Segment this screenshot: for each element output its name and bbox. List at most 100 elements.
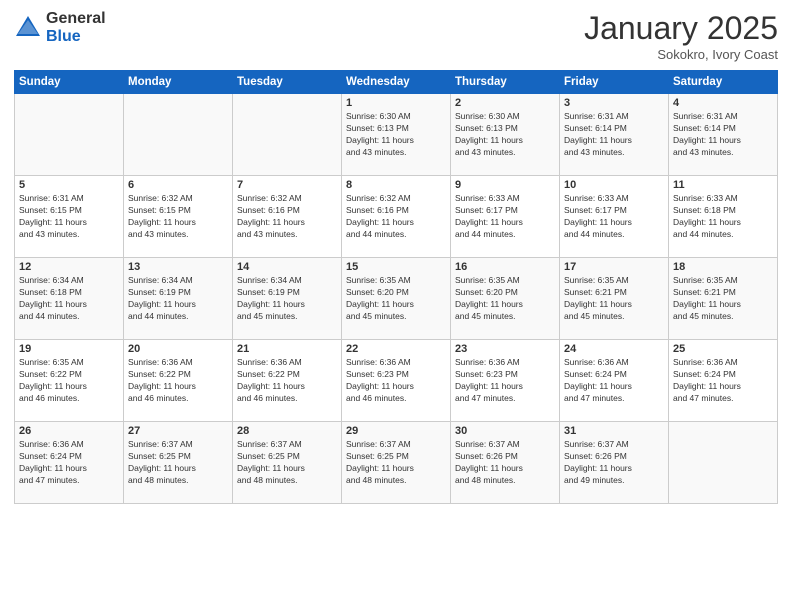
day-number: 28 (237, 425, 337, 437)
calendar-cell: 6 Sunrise: 6:32 AM Sunset: 6:15 PM Daylig… (124, 176, 233, 258)
calendar-cell: 7Sunrise: 6:32 AM Sunset: 6:16 PM Daylig… (233, 176, 342, 258)
day-number: 25 (673, 343, 773, 355)
calendar-cell: 1 Sunrise: 6:30 AM Sunset: 6:13 PM Daylig… (342, 94, 451, 176)
day-info: Sunrise: 6:33 AM Sunset: 6:17 PM Dayligh… (455, 193, 555, 241)
day-number: 15 (346, 261, 446, 273)
calendar-cell: 16 Sunrise: 6:35 AM Sunset: 6:20 PM Dayli… (451, 258, 560, 340)
title-block: January 2025 Sokokro, Ivory Coast (584, 10, 778, 62)
logo-icon (14, 14, 42, 42)
calendar-cell: 30 Sunrise: 6:37 AM Sunset: 6:26 PM Dayli… (451, 422, 560, 504)
calendar-table: SundayMondayTuesdayWednesdayThursdayFrid… (14, 70, 778, 504)
day-info: Sunrise: 6:35 AM Sunset: 6:21 PM Dayligh… (673, 275, 773, 323)
calendar-week-3: 12Sunrise: 6:34 AM Sunset: 6:18 PM Dayli… (15, 258, 778, 340)
day-info: Sunrise: 6:34 AM Sunset: 6:19 PM Dayligh… (128, 275, 228, 323)
day-info: Sunrise: 6:30 AM Sunset: 6:13 PM Dayligh… (455, 111, 555, 159)
calendar-cell: 5Sunrise: 6:31 AM Sunset: 6:15 PM Daylig… (15, 176, 124, 258)
day-info: Sunrise: 6:33 AM Sunset: 6:18 PM Dayligh… (673, 193, 773, 241)
day-number: 29 (346, 425, 446, 437)
day-info: Sunrise: 6:34 AM Sunset: 6:19 PM Dayligh… (237, 275, 337, 323)
day-number: 24 (564, 343, 664, 355)
day-info: Sunrise: 6:30 AM Sunset: 6:13 PM Dayligh… (346, 111, 446, 159)
day-info: Sunrise: 6:35 AM Sunset: 6:20 PM Dayligh… (346, 275, 446, 323)
logo-text: General Blue (46, 10, 106, 45)
calendar-cell (669, 422, 778, 504)
day-number: 1 (346, 97, 446, 109)
calendar-cell (15, 94, 124, 176)
day-header-sunday: Sunday (15, 71, 124, 94)
calendar-cell: 14 Sunrise: 6:34 AM Sunset: 6:19 PM Dayli… (233, 258, 342, 340)
day-number: 21 (237, 343, 337, 355)
calendar-week-4: 19 Sunrise: 6:35 AM Sunset: 6:22 PM Dayli… (15, 340, 778, 422)
calendar-cell: 28 Sunrise: 6:37 AM Sunset: 6:25 PM Dayli… (233, 422, 342, 504)
calendar-cell: 25 Sunrise: 6:36 AM Sunset: 6:24 PM Dayli… (669, 340, 778, 422)
month-title: January 2025 (584, 10, 778, 47)
day-info: Sunrise: 6:33 AM Sunset: 6:17 PM Dayligh… (564, 193, 664, 241)
day-info: Sunrise: 6:36 AM Sunset: 6:24 PM Dayligh… (19, 439, 119, 487)
calendar-cell: 27 Sunrise: 6:37 AM Sunset: 6:25 PM Dayli… (124, 422, 233, 504)
calendar-cell: 8 Sunrise: 6:32 AM Sunset: 6:16 PM Daylig… (342, 176, 451, 258)
day-info: Sunrise: 6:32 AM Sunset: 6:16 PM Dayligh… (346, 193, 446, 241)
day-info: Sunrise: 6:35 AM Sunset: 6:21 PM Dayligh… (564, 275, 664, 323)
calendar-cell: 22Sunrise: 6:36 AM Sunset: 6:23 PM Dayli… (342, 340, 451, 422)
day-number: 26 (19, 425, 119, 437)
day-info: Sunrise: 6:37 AM Sunset: 6:26 PM Dayligh… (455, 439, 555, 487)
calendar-cell: 20Sunrise: 6:36 AM Sunset: 6:22 PM Dayli… (124, 340, 233, 422)
day-number: 11 (673, 179, 773, 191)
day-header-saturday: Saturday (669, 71, 778, 94)
calendar-week-1: 1 Sunrise: 6:30 AM Sunset: 6:13 PM Daylig… (15, 94, 778, 176)
calendar-header-row: SundayMondayTuesdayWednesdayThursdayFrid… (15, 71, 778, 94)
day-info: Sunrise: 6:36 AM Sunset: 6:23 PM Dayligh… (455, 357, 555, 405)
page: General Blue January 2025 Sokokro, Ivory… (0, 0, 792, 612)
calendar-cell: 29 Sunrise: 6:37 AM Sunset: 6:25 PM Dayli… (342, 422, 451, 504)
day-info: Sunrise: 6:32 AM Sunset: 6:15 PM Dayligh… (128, 193, 228, 241)
calendar-cell (233, 94, 342, 176)
day-info: Sunrise: 6:37 AM Sunset: 6:26 PM Dayligh… (564, 439, 664, 487)
day-info: Sunrise: 6:37 AM Sunset: 6:25 PM Dayligh… (237, 439, 337, 487)
day-number: 9 (455, 179, 555, 191)
day-number: 30 (455, 425, 555, 437)
day-info: Sunrise: 6:36 AM Sunset: 6:24 PM Dayligh… (673, 357, 773, 405)
day-number: 18 (673, 261, 773, 273)
day-info: Sunrise: 6:31 AM Sunset: 6:14 PM Dayligh… (673, 111, 773, 159)
calendar-cell: 15 Sunrise: 6:35 AM Sunset: 6:20 PM Dayli… (342, 258, 451, 340)
day-number: 3 (564, 97, 664, 109)
day-info: Sunrise: 6:35 AM Sunset: 6:20 PM Dayligh… (455, 275, 555, 323)
day-info: Sunrise: 6:35 AM Sunset: 6:22 PM Dayligh… (19, 357, 119, 405)
day-number: 10 (564, 179, 664, 191)
day-info: Sunrise: 6:32 AM Sunset: 6:16 PM Dayligh… (237, 193, 337, 241)
day-info: Sunrise: 6:34 AM Sunset: 6:18 PM Dayligh… (19, 275, 119, 323)
day-number: 14 (237, 261, 337, 273)
day-number: 13 (128, 261, 228, 273)
day-header-friday: Friday (560, 71, 669, 94)
day-number: 4 (673, 97, 773, 109)
calendar-cell: 9 Sunrise: 6:33 AM Sunset: 6:17 PM Daylig… (451, 176, 560, 258)
calendar-cell: 18 Sunrise: 6:35 AM Sunset: 6:21 PM Dayli… (669, 258, 778, 340)
calendar-cell: 10 Sunrise: 6:33 AM Sunset: 6:17 PM Dayli… (560, 176, 669, 258)
calendar-body: 1 Sunrise: 6:30 AM Sunset: 6:13 PM Daylig… (15, 94, 778, 504)
calendar-cell: 23Sunrise: 6:36 AM Sunset: 6:23 PM Dayli… (451, 340, 560, 422)
day-number: 6 (128, 179, 228, 191)
day-info: Sunrise: 6:36 AM Sunset: 6:23 PM Dayligh… (346, 357, 446, 405)
day-info: Sunrise: 6:37 AM Sunset: 6:25 PM Dayligh… (346, 439, 446, 487)
calendar-cell: 2 Sunrise: 6:30 AM Sunset: 6:13 PM Daylig… (451, 94, 560, 176)
day-number: 31 (564, 425, 664, 437)
calendar-cell: 13 Sunrise: 6:34 AM Sunset: 6:19 PM Dayli… (124, 258, 233, 340)
day-info: Sunrise: 6:36 AM Sunset: 6:24 PM Dayligh… (564, 357, 664, 405)
logo-blue: Blue (46, 28, 106, 46)
day-number: 27 (128, 425, 228, 437)
day-info: Sunrise: 6:37 AM Sunset: 6:25 PM Dayligh… (128, 439, 228, 487)
day-number: 19 (19, 343, 119, 355)
day-number: 8 (346, 179, 446, 191)
day-header-monday: Monday (124, 71, 233, 94)
day-number: 5 (19, 179, 119, 191)
day-header-thursday: Thursday (451, 71, 560, 94)
calendar-cell: 26 Sunrise: 6:36 AM Sunset: 6:24 PM Dayli… (15, 422, 124, 504)
calendar-week-5: 26 Sunrise: 6:36 AM Sunset: 6:24 PM Dayli… (15, 422, 778, 504)
location-subtitle: Sokokro, Ivory Coast (584, 47, 778, 62)
calendar-cell (124, 94, 233, 176)
logo-general: General (46, 10, 106, 28)
day-number: 16 (455, 261, 555, 273)
day-header-tuesday: Tuesday (233, 71, 342, 94)
day-number: 2 (455, 97, 555, 109)
calendar-cell: 17Sunrise: 6:35 AM Sunset: 6:21 PM Dayli… (560, 258, 669, 340)
